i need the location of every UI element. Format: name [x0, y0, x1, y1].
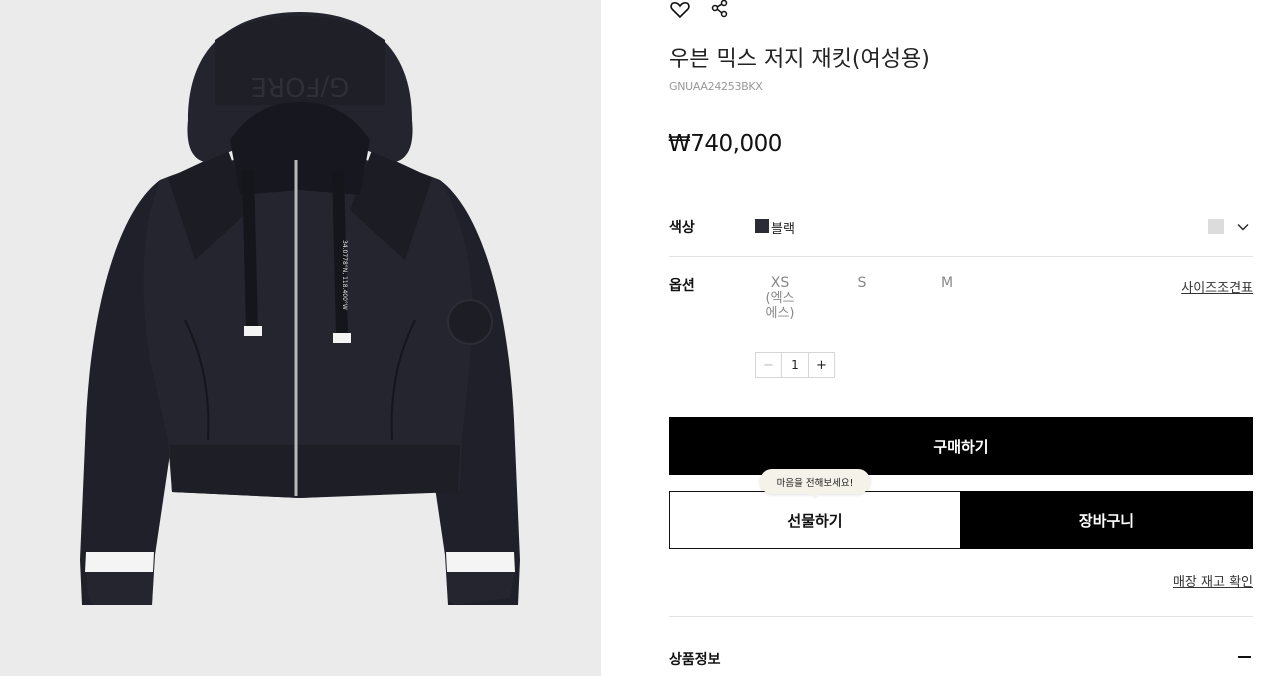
- action-icons: [669, 0, 731, 20]
- quantity-value[interactable]: 1: [782, 353, 808, 377]
- quantity-stepper: − 1 +: [755, 352, 835, 378]
- size-option-s[interactable]: S: [855, 276, 869, 291]
- cart-button[interactable]: 장바구니: [960, 491, 1253, 549]
- size-guide-link[interactable]: 사이즈조견표: [1181, 277, 1253, 296]
- size-option-m[interactable]: M: [939, 276, 955, 291]
- product-price: ₩740,000: [668, 131, 782, 157]
- color-swatch-black[interactable]: [755, 219, 769, 233]
- option-label: 옵션: [669, 278, 695, 294]
- chevron-down-icon[interactable]: [1236, 219, 1250, 233]
- product-info-section-title[interactable]: 상품정보: [669, 649, 721, 669]
- store-stock-link[interactable]: 매장 재고 확인: [1173, 571, 1253, 590]
- product-image: G/FORE 34.0778°N, 118.400°W: [0, 0, 601, 676]
- color-swatch-alt[interactable]: [1208, 219, 1224, 234]
- jacket-illustration: G/FORE 34.0778°N, 118.400°W: [80, 12, 520, 605]
- hood-logo-text: G/FORE: [251, 71, 350, 101]
- collapse-icon[interactable]: [1238, 656, 1251, 658]
- color-label: 색상: [669, 220, 695, 236]
- divider: [669, 256, 1253, 257]
- heart-icon[interactable]: [669, 0, 691, 20]
- buy-button[interactable]: 구매하기: [669, 417, 1253, 475]
- product-sku: GNUAA24253BKX: [669, 80, 763, 93]
- quantity-plus-button[interactable]: +: [808, 353, 834, 377]
- quantity-minus-button[interactable]: −: [756, 353, 782, 377]
- product-info-panel: 우븐 믹스 저지 재킷(여성용) GNUAA24253BKX ₩740,000 …: [668, 0, 1253, 676]
- color-name: 블랙: [771, 222, 795, 237]
- product-title: 우븐 믹스 저지 재킷(여성용): [669, 47, 930, 72]
- gift-tooltip: 마음을 전해보세요!: [760, 469, 870, 499]
- size-option-xs-sub: (엑스 에스): [765, 291, 795, 321]
- share-icon[interactable]: [709, 0, 731, 20]
- chest-coordinate-text: 34.0778°N, 118.400°W: [341, 240, 348, 310]
- size-option-xs[interactable]: XS: [769, 276, 791, 291]
- gift-button[interactable]: 선물하기: [669, 491, 961, 549]
- divider: [669, 616, 1253, 617]
